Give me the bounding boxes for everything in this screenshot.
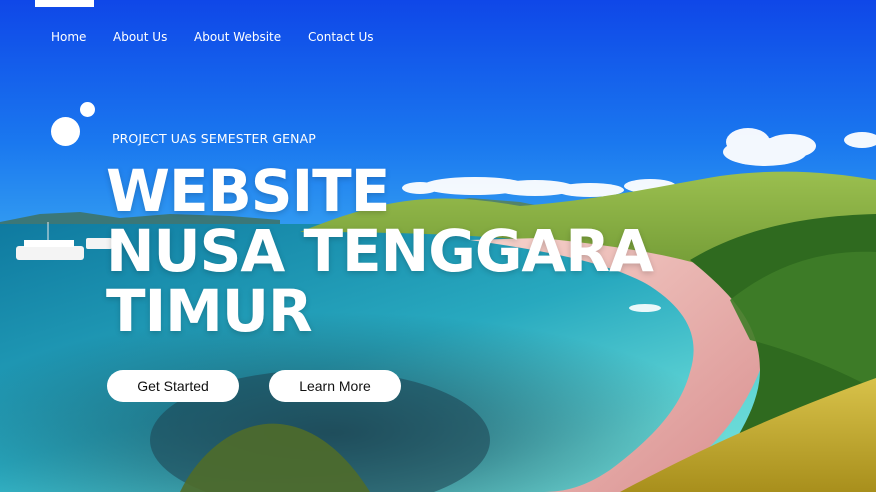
nav-about-website-link[interactable]: About Website [194,30,281,44]
nav-home-link[interactable]: Home [51,30,86,44]
decorative-dot-small [80,102,95,117]
get-started-button[interactable]: Get Started [107,370,239,402]
logo[interactable] [35,0,94,7]
headline-line-1: WEBSITE [106,157,390,225]
learn-more-button[interactable]: Learn More [269,370,401,402]
headline-line-2: NUSA TENGGARA [106,217,654,285]
headline-line-3: TIMUR [106,277,313,345]
hero-headline: WEBSITE NUSA TENGGARA TIMUR [106,157,654,345]
nav-about-us-link[interactable]: About Us [113,30,167,44]
hero-kicker: PROJECT UAS SEMESTER GENAP [112,131,316,146]
decorative-dot-large [51,117,80,146]
hero-section: Home About Us About Website Contact Us P… [0,0,876,492]
nav-contact-us-link[interactable]: Contact Us [308,30,374,44]
